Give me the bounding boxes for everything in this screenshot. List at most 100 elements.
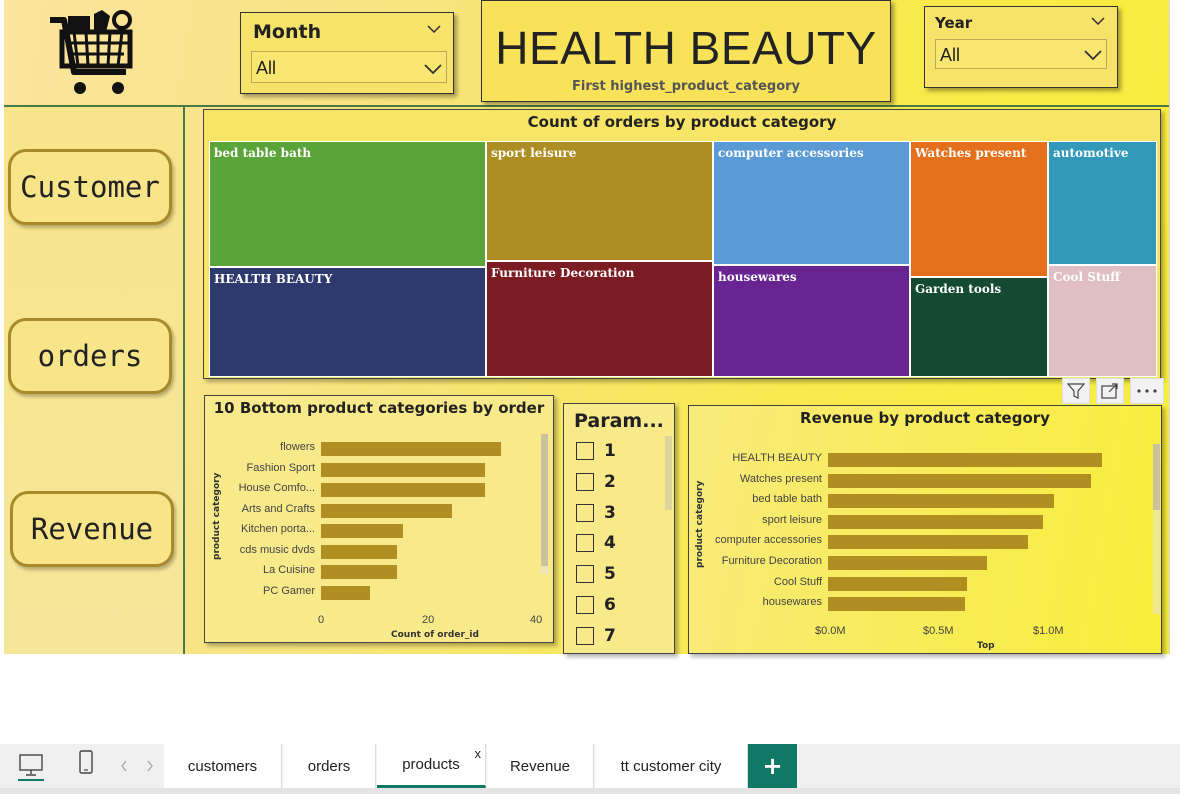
- shopping-cart-icon: [50, 10, 133, 94]
- bar[interactable]: [828, 453, 1103, 467]
- treemap-tile-cool-stuff[interactable]: Cool Stuff: [1048, 265, 1157, 377]
- bar-category-label: Watches present: [739, 472, 822, 485]
- month-collapse-chevron-icon[interactable]: [427, 25, 441, 33]
- tab-label: customers: [187, 757, 258, 775]
- bar[interactable]: [828, 597, 966, 612]
- revenue-chart[interactable]: Revenue by product category product cate…: [688, 405, 1162, 654]
- param-option-1[interactable]: 1: [576, 441, 616, 461]
- tab-tt-customer-city[interactable]: tt customer city: [595, 744, 748, 788]
- checkbox[interactable]: [576, 534, 594, 552]
- parameter-scrollbar[interactable]: [665, 436, 672, 510]
- tab-customers[interactable]: customers: [164, 744, 282, 788]
- checkbox[interactable]: [576, 504, 594, 522]
- checkbox[interactable]: [576, 627, 594, 645]
- customer-nav-button[interactable]: Customer: [8, 149, 172, 225]
- mobile-view-icon[interactable]: [78, 750, 94, 774]
- parameter-slicer[interactable]: Param... 1 2 3 4 5 6 7: [563, 403, 675, 654]
- checkbox[interactable]: [576, 565, 594, 583]
- param-option-7[interactable]: 7: [576, 626, 616, 646]
- treemap-tile-health-beauty[interactable]: HEALTH BEAUTY: [209, 267, 486, 377]
- month-slicer[interactable]: Month All: [240, 12, 454, 94]
- treemap-tile-furniture-decoration[interactable]: Furniture Decoration: [486, 261, 713, 377]
- year-dropdown-chevron-icon[interactable]: [1084, 50, 1102, 60]
- bar[interactable]: [321, 585, 371, 600]
- checkbox[interactable]: [576, 473, 594, 491]
- param-option-label: 3: [604, 503, 616, 523]
- param-option-label: 6: [604, 595, 616, 615]
- bar[interactable]: [321, 462, 485, 477]
- treemap-tile-watches-present[interactable]: Watches present: [910, 141, 1048, 277]
- treemap-tile-housewares[interactable]: housewares: [713, 265, 910, 377]
- tile-label: Watches present: [915, 146, 1027, 160]
- bar-category-label: La Cuisine: [263, 564, 315, 576]
- tab-label: orders: [307, 757, 351, 775]
- checkbox[interactable]: [576, 442, 594, 460]
- tab-label: Revenue: [509, 757, 571, 775]
- year-slicer-title: Year: [935, 14, 973, 32]
- page-tab-bar: customers orders products x Revenue tt c…: [0, 744, 1180, 790]
- more-options-icon[interactable]: [1130, 378, 1164, 404]
- tab-revenue[interactable]: Revenue: [487, 744, 594, 788]
- report-page: Month All HEALTH BEAUTY First highest_pr…: [4, 0, 1170, 654]
- bar[interactable]: [321, 503, 452, 518]
- year-slicer[interactable]: Year All: [924, 6, 1118, 88]
- month-slicer-title: Month: [253, 21, 322, 43]
- bottom-categories-chart[interactable]: 10 Bottom product categories by order pr…: [204, 395, 554, 643]
- bar[interactable]: [828, 473, 1092, 488]
- bar[interactable]: [828, 576, 968, 591]
- top-category-subtitle: First highest_product_category: [571, 79, 801, 94]
- bar[interactable]: [321, 442, 501, 456]
- bottom-chart-plot: flowers Fashion Sport House Comfo... Arts a…: [205, 396, 553, 642]
- bar[interactable]: [828, 494, 1055, 509]
- checkbox[interactable]: [576, 596, 594, 614]
- param-option-4[interactable]: 4: [576, 533, 616, 553]
- bar-category-label: Arts and Crafts: [241, 502, 315, 515]
- treemap-tiles[interactable]: bed table bath HEALTH BEAUTY sport leisu…: [209, 141, 1157, 377]
- treemap-visual[interactable]: Count of orders by product category bed …: [203, 109, 1161, 379]
- focus-mode-icon[interactable]: [1096, 378, 1124, 404]
- tile-label: bed table bath: [214, 146, 312, 160]
- treemap-tile-bed-table-bath[interactable]: bed table bath: [209, 141, 486, 267]
- filter-icon[interactable]: [1062, 378, 1090, 404]
- tab-scroll-left-icon[interactable]: [120, 760, 128, 772]
- month-dropdown-chevron-icon[interactable]: [424, 64, 442, 74]
- param-option-2[interactable]: 2: [576, 472, 616, 492]
- top-category-card: HEALTH BEAUTY First highest_product_cate…: [481, 0, 891, 102]
- bar[interactable]: [321, 524, 403, 538]
- bar[interactable]: [828, 514, 1044, 529]
- year-collapse-chevron-icon[interactable]: [1091, 17, 1105, 25]
- orders-nav-button[interactable]: orders: [8, 318, 172, 394]
- bar[interactable]: [321, 483, 485, 497]
- tab-close-icon[interactable]: x: [475, 746, 482, 761]
- tab-products[interactable]: products x: [377, 744, 486, 788]
- tab-scroll-right-icon[interactable]: [146, 760, 154, 772]
- param-option-3[interactable]: 3: [576, 503, 616, 523]
- tile-label: Garden tools: [915, 282, 1002, 296]
- tab-orders[interactable]: orders: [283, 744, 376, 788]
- month-dropdown[interactable]: All: [251, 51, 447, 83]
- bar-category-label: HEALTH BEAUTY: [732, 452, 822, 464]
- treemap-tile-automotive[interactable]: automotive: [1048, 141, 1157, 265]
- add-page-button[interactable]: +: [748, 744, 797, 788]
- revenue-nav-button[interactable]: Revenue: [10, 491, 174, 567]
- revenue-chart-plot: HEALTH BEAUTY Watches present bed table ba…: [689, 406, 1161, 653]
- param-option-label: 5: [604, 564, 616, 584]
- tile-label: automotive: [1053, 146, 1129, 160]
- bar[interactable]: [828, 556, 987, 570]
- param-option-label: 7: [604, 626, 616, 646]
- year-dropdown[interactable]: All: [935, 39, 1107, 69]
- tab-label: tt customer city: [620, 757, 722, 775]
- bar-category-label: House Comfo...: [238, 482, 315, 494]
- treemap-tile-sport-leisure[interactable]: sport leisure: [486, 141, 713, 261]
- desktop-view-icon[interactable]: [18, 752, 44, 782]
- param-option-5[interactable]: 5: [576, 564, 616, 584]
- bar[interactable]: [321, 544, 398, 559]
- bar[interactable]: [828, 535, 1029, 550]
- treemap-tile-garden-tools[interactable]: Garden tools: [910, 277, 1048, 377]
- treemap-tile-computer-accessories[interactable]: computer accessories: [713, 141, 910, 265]
- param-option-6[interactable]: 6: [576, 595, 616, 615]
- bar[interactable]: [321, 565, 398, 579]
- header-divider: [4, 105, 1170, 107]
- bar-category-label: bed table bath: [752, 493, 822, 506]
- bar-category-label: PC Gamer: [263, 584, 315, 597]
